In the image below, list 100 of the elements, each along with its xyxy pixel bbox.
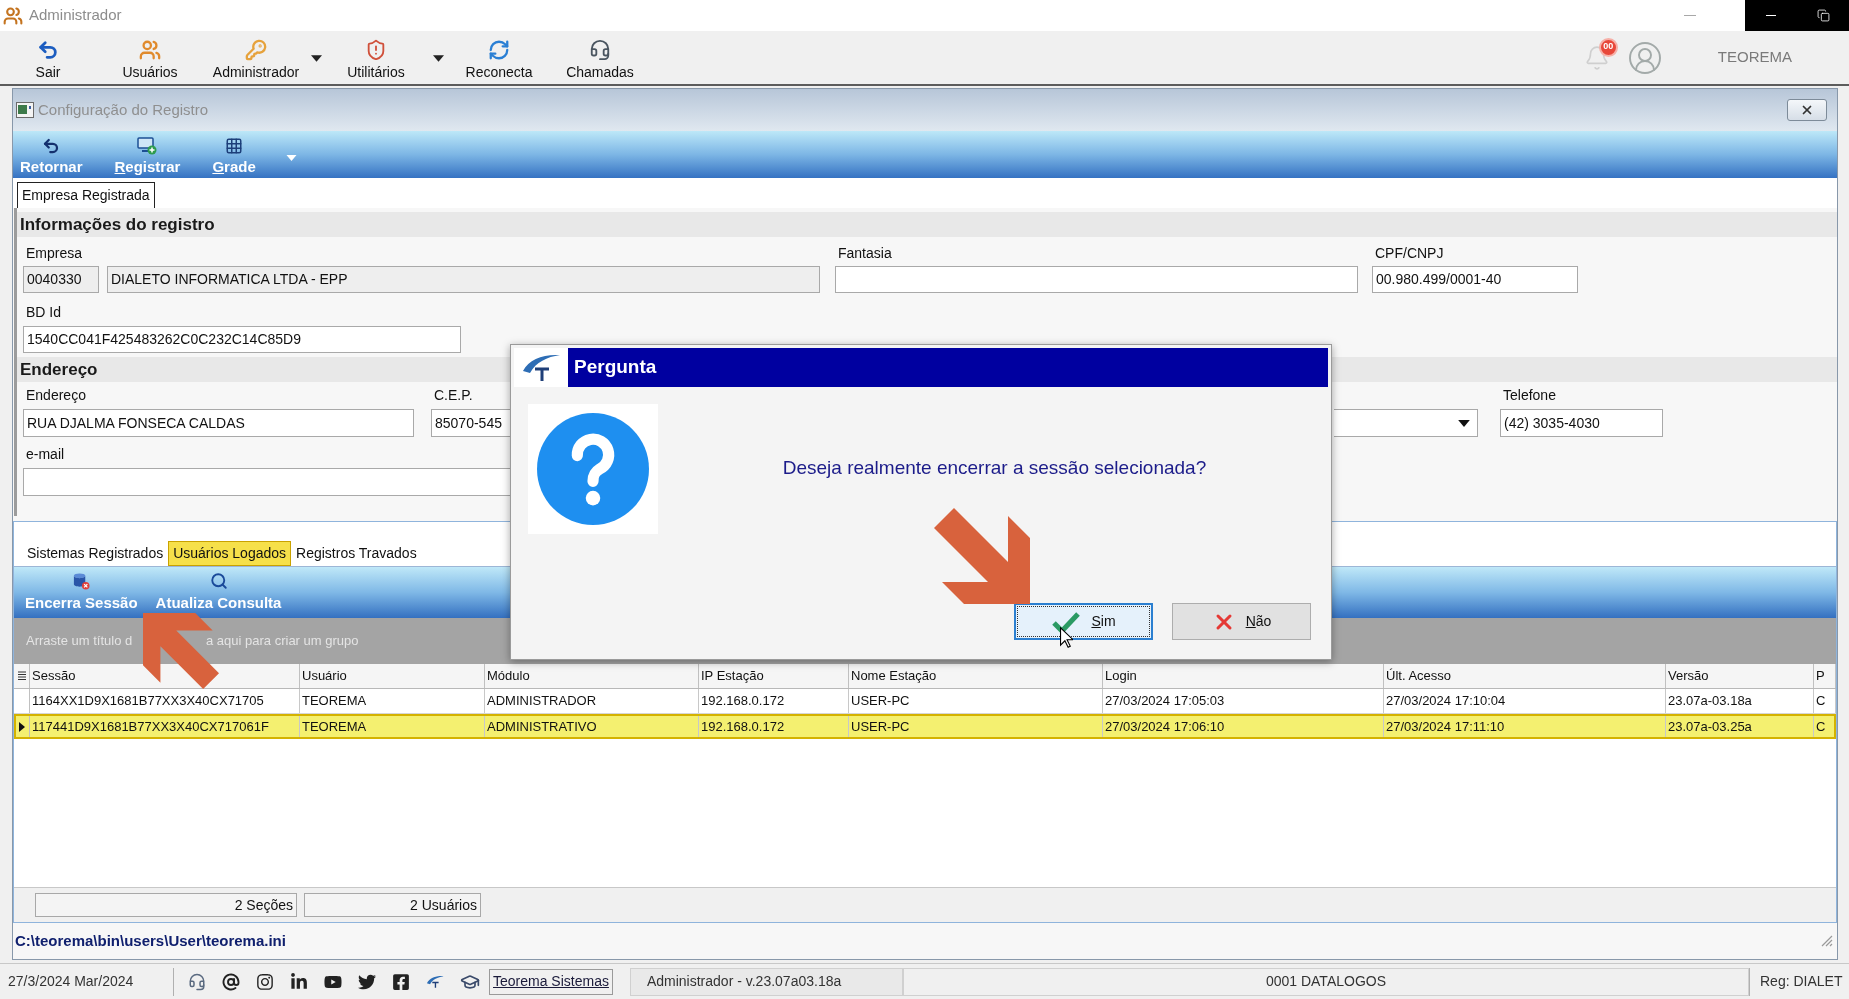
- database-remove-icon: [72, 572, 91, 590]
- table-cell: 192.168.0.172: [699, 714, 849, 739]
- input-field[interactable]: DIALETO INFORMATICA LTDA - EPP: [107, 266, 820, 293]
- toolbar-button[interactable]: Sair: [17, 31, 79, 81]
- column-header[interactable]: Últ. Acesso: [1384, 664, 1666, 688]
- group-hint: Arraste um título d: [26, 632, 133, 651]
- arrow-icon: [143, 613, 219, 689]
- tab[interactable]: Empresa Registrada: [17, 182, 155, 208]
- field-label: Empresa: [25, 245, 83, 262]
- undo-arrow-icon: [42, 137, 61, 155]
- table-cell: USER-PC: [849, 714, 1103, 739]
- resize-grip-icon[interactable]: [1821, 935, 1833, 947]
- input-field[interactable]: 0040330: [23, 266, 99, 293]
- table-row[interactable]: 1164XX1D9X1681B77XX3X40CX71705 TEOREMA ADMINISTRADOR 192.168.0.172 USER-PC 27/03/2024 17:05:03 27/03/2024 17:10:04 23.07a-03.18a C: [14, 689, 1836, 714]
- field-label: Fantasia: [837, 245, 892, 262]
- file-path: C:\teorema\bin\users\User\teorema.ini: [15, 930, 286, 951]
- table-cell: 192.168.0.172: [699, 689, 849, 713]
- status-date: 27/3/2024 Mar/2024: [4, 967, 174, 996]
- yes-button[interactable]: Sim: [1014, 603, 1153, 640]
- input-field[interactable]: 1540CC041F425483262C0C232C14C85D9: [23, 326, 461, 353]
- field-label: e-mail: [25, 446, 65, 463]
- summary-cell: 2 Seções: [35, 893, 297, 917]
- people-icon: [139, 39, 161, 61]
- swoosh-logo-icon: [521, 353, 561, 382]
- window-title: Configuração do Registro: [38, 99, 209, 120]
- headset-icon: [589, 39, 611, 61]
- column-header[interactable]: P: [1814, 664, 1836, 688]
- column-header[interactable]: Nome Estação: [849, 664, 1103, 688]
- window-icon: [16, 102, 34, 118]
- no-button[interactable]: Não: [1172, 603, 1311, 640]
- table-cell: ADMINISTRADOR: [485, 689, 699, 713]
- table-cell: C: [1814, 689, 1836, 713]
- group-hint: a aqui para criar um grupo: [206, 632, 359, 651]
- notification-badge: 00: [1598, 37, 1618, 57]
- close-icon: [1800, 103, 1814, 117]
- input-field[interactable]: 85070-545: [431, 409, 510, 437]
- status-company: 0001 DATALOGOS: [902, 967, 1749, 996]
- arrow-icon: [934, 508, 1030, 604]
- toolbar-button[interactable]: Reconecta: [456, 31, 542, 81]
- toolbar-button[interactable]: Utilitários: [336, 31, 416, 81]
- table-cell: TEOREMA: [300, 689, 485, 713]
- table-cell: ADMINISTRATIVO: [485, 714, 699, 739]
- user-name: TEOREMA: [1717, 47, 1792, 68]
- table-row[interactable]: 117441D9X1681B77XX3X40CX717061F TEOREMA ADMINISTRATIVO 192.168.0.172 USER-PC 27/03/2024 17:06:10 27/03/2024 17:11:10 23.07a-03.25a C: [14, 714, 1836, 739]
- column-header[interactable]: Usuário: [300, 664, 485, 688]
- input-field[interactable]: RUA DJALMA FONSECA CALDAS: [23, 409, 414, 437]
- section-header: Informações do registro: [20, 213, 215, 236]
- column-chooser-icon[interactable]: [17, 671, 26, 681]
- dialog-message: Deseja realmente encerrar a sessão selecionada?: [782, 456, 1207, 480]
- caret-down-icon[interactable]: [433, 55, 444, 62]
- refresh-icon: [488, 39, 510, 61]
- search-icon: [209, 572, 228, 590]
- shield-icon: [365, 39, 387, 61]
- tab[interactable]: Usuários Logados: [168, 541, 292, 566]
- field-label: Telefone: [1502, 387, 1556, 404]
- toolbar-button[interactable]: Usuários: [109, 31, 191, 81]
- instagram-icon[interactable]: [256, 972, 274, 991]
- table-cell: C: [1814, 714, 1836, 739]
- table-cell: TEOREMA: [300, 714, 485, 739]
- row-indicator-icon: [18, 721, 25, 732]
- input-field[interactable]: 00.980.499/0001-40: [1372, 266, 1578, 293]
- twitter-icon[interactable]: [358, 972, 376, 991]
- toolbar-button[interactable]: Chamadas: [558, 31, 642, 81]
- table-cell: 23.07a-03.25a: [1666, 714, 1814, 739]
- facebook-icon[interactable]: [392, 972, 410, 991]
- table-cell: 23.07a-03.18a: [1666, 689, 1814, 713]
- website-link[interactable]: Teorema Sistemas: [489, 968, 613, 995]
- close-button[interactable]: [1787, 99, 1827, 121]
- grid-icon: [225, 137, 244, 155]
- table-cell: USER-PC: [849, 689, 1103, 713]
- column-header[interactable]: Login: [1103, 664, 1384, 688]
- table-cell: 27/03/2024 17:05:03: [1103, 689, 1384, 713]
- input-field[interactable]: [23, 468, 510, 496]
- field-label: C.E.P.: [433, 387, 473, 404]
- table-cell: 1164XX1D9X1681B77XX3X40CX71705: [30, 689, 300, 713]
- key-icon: [245, 39, 267, 61]
- caret-down-icon[interactable]: [311, 55, 322, 62]
- input-field[interactable]: [835, 266, 1358, 293]
- linkedin-icon[interactable]: [290, 972, 308, 991]
- tab[interactable]: Sistemas Registrados: [22, 541, 169, 566]
- minimize-icon: [1766, 15, 1776, 16]
- input-field[interactable]: (42) 3035-4030: [1500, 409, 1663, 437]
- field-label: Endereço: [25, 387, 86, 404]
- question-icon: [528, 404, 658, 534]
- restore-icon: [1816, 9, 1830, 22]
- summary-cell: 2 Usuários: [304, 893, 481, 917]
- caret-down-icon[interactable]: [1458, 419, 1470, 427]
- headset-icon[interactable]: [188, 972, 206, 991]
- swoosh-logo-icon: [426, 974, 444, 989]
- people-icon: [3, 5, 23, 26]
- column-header[interactable]: Versão: [1666, 664, 1814, 688]
- column-header[interactable]: Módulo: [485, 664, 699, 688]
- tab[interactable]: Registros Travados: [291, 541, 422, 566]
- at-sign-icon[interactable]: [222, 972, 240, 991]
- column-header[interactable]: IP Estação: [699, 664, 849, 688]
- toolbar-button[interactable]: Administrador: [205, 31, 307, 81]
- table-cell: 27/03/2024 17:11:10: [1384, 714, 1666, 739]
- table-cell: 117441D9X1681B77XX3X40CX717061F: [30, 714, 300, 739]
- field-label: CPF/CNPJ: [1374, 245, 1444, 262]
- dropdown-field[interactable]: [1334, 409, 1478, 437]
